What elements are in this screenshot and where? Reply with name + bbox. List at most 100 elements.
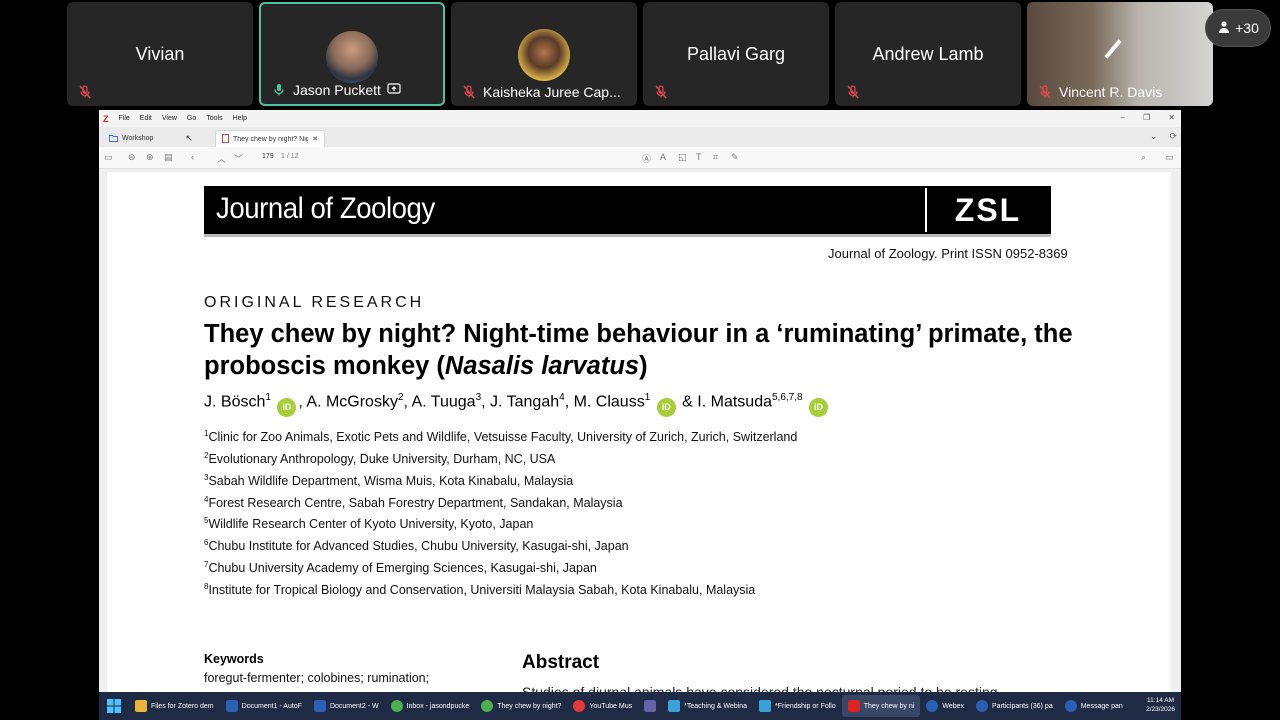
orcid-icon[interactable]: iD — [809, 397, 829, 417]
affiliation-text: Chubu University Academy of Emerging Sci… — [208, 561, 597, 576]
menu-help[interactable]: Help — [233, 115, 247, 122]
page-down-icon[interactable]: ﹀ — [234, 152, 243, 165]
menu-file[interactable]: File — [119, 115, 130, 122]
taskbar-item[interactable]: YouTube Mus — [567, 695, 638, 717]
underline-text-icon[interactable]: A — [660, 152, 666, 162]
chevron-down-icon[interactable]: ⌄ — [1150, 131, 1158, 142]
participant-caption — [77, 84, 247, 100]
affiliation: 8Institute for Tropical Biology and Cons… — [204, 578, 797, 600]
webex-icon — [976, 700, 989, 712]
author-separator: & — [677, 393, 698, 411]
participant-tile-pallavi[interactable]: Pallavi Garg — [643, 2, 829, 106]
affiliation: 5Wildlife Research Center of Kyoto Unive… — [204, 512, 797, 534]
tab-document[interactable]: They chew by night? Night ✕ — [215, 130, 325, 147]
search-icon[interactable]: ⌕ — [1141, 152, 1146, 163]
participant-tile-vivian[interactable]: Vivian — [67, 2, 253, 106]
author-separator: , — [481, 393, 491, 411]
mic-muted-icon — [653, 84, 669, 100]
word-icon — [225, 700, 238, 712]
author-affil-ref: 5,6,7,8 — [771, 392, 803, 403]
more-participants-button[interactable]: +30 — [1205, 9, 1271, 47]
system-clock[interactable]: 11:14 AM 2/23/2026 — [1146, 696, 1175, 714]
taskbar-item-label: Document2 - W — [329, 702, 379, 710]
author-name[interactable]: J. Bösch — [204, 393, 265, 410]
teams-icon — [644, 700, 657, 712]
zoom-out-icon[interactable]: ⊖ — [128, 152, 136, 163]
taskbar-item-label: Webex — [942, 702, 965, 710]
author-name[interactable]: A. Tuuga — [412, 393, 476, 410]
menu-go[interactable]: Go — [187, 115, 196, 122]
restore-icon[interactable]: ❐ — [1143, 113, 1150, 122]
taskbar-item[interactable]: *Teaching & Webina — [662, 695, 753, 717]
author-separator: , — [403, 393, 412, 411]
taskbar-item-label: Files for Zotero dem — [151, 702, 214, 710]
participant-tile-jason[interactable]: Jason Puckett — [259, 2, 445, 106]
orcid-icon[interactable]: iD — [656, 397, 676, 417]
zoom-fit-icon[interactable]: ▤ — [164, 152, 173, 163]
author-name[interactable]: A. McGrosky — [306, 393, 398, 410]
highlight-text-icon[interactable]: Ⓐ — [642, 152, 651, 165]
mic-active-icon — [271, 82, 287, 98]
page-up-icon[interactable]: ︿ — [217, 152, 226, 165]
taskbar-item[interactable]: Webex — [920, 695, 970, 717]
close-icon[interactable]: ✕ — [1168, 113, 1175, 122]
participant-caption: Jason Puckett — [271, 82, 437, 98]
draw-icon[interactable]: ✎ — [731, 152, 739, 163]
taskbar-item[interactable]: They chew by night? — [475, 695, 567, 717]
window-controls: – ❐ ✕ — [1121, 113, 1175, 122]
taskbar-item-active[interactable]: They chew by ni — [841, 695, 921, 717]
affiliation: 2Evolutionary Anthropology, Duke Univers… — [204, 447, 797, 469]
participant-tile-andrew[interactable]: Andrew Lamb — [835, 2, 1021, 106]
zoom-in-icon[interactable]: ⊕ — [146, 152, 154, 163]
orcid-icon[interactable]: iD — [277, 397, 297, 417]
abstract-text: Studies of diurnal animals have consider… — [522, 684, 998, 692]
affiliation-text: Chubu Institute for Advanced Studies, Ch… — [208, 539, 629, 554]
taskbar-item-label: *Teaching & Webina — [684, 702, 748, 710]
clock-date: 2/23/2026 — [1146, 706, 1175, 713]
tabbar-controls: ⌄ ⟳ — [1150, 131, 1177, 142]
publisher-logo: ZSL — [925, 188, 1049, 232]
document-icon — [759, 700, 772, 712]
taskbar-item[interactable]: Document2 - W — [308, 695, 385, 717]
tab-library[interactable]: Workshop ↖ — [103, 130, 215, 147]
taskbar-item[interactable] — [638, 695, 662, 717]
author-name[interactable]: J. Tangah — [490, 393, 559, 410]
text-tool-icon[interactable]: T — [696, 152, 702, 162]
minimize-icon[interactable]: – — [1121, 113, 1125, 122]
sync-icon[interactable]: ⟳ — [1169, 131, 1177, 142]
menu-edit[interactable]: Edit — [140, 115, 152, 122]
menu-view[interactable]: View — [162, 115, 177, 122]
area-select-icon[interactable]: ⌗ — [713, 152, 718, 163]
taskbar-item[interactable]: Inbox - jasondpucke — [385, 695, 476, 717]
sidebar-toggle-icon[interactable]: ▭ — [104, 152, 113, 163]
article-section: ORIGINAL RESEARCH — [204, 294, 425, 311]
reader-toolbar: ▭ ⊖ ⊕ ▤ ‹ ︿ ﹀ 179 1 / 12 Ⓐ A ◱ T ⌗ ✎ ⌕ ▭ — [99, 147, 1181, 169]
author-name[interactable]: M. Clauss — [574, 393, 645, 410]
back-icon[interactable]: ‹ — [191, 152, 194, 162]
participant-caption: Kaisheka Juree Cap... — [461, 84, 631, 100]
participant-tile-kaisheka[interactable]: Kaisheka Juree Cap... — [451, 2, 637, 106]
document-view[interactable]: Journal of Zoology ZSL Journal of Zoolog… — [99, 169, 1181, 692]
journal-issn: Journal of Zoology. Print ISSN 0952-8369 — [828, 246, 1068, 261]
author-name[interactable]: I. Matsuda — [697, 393, 772, 410]
context-pane-icon[interactable]: ▭ — [1165, 152, 1174, 163]
affiliation-text: Sabah Wildlife Department, Wisma Muis, K… — [208, 473, 574, 488]
tab-close-icon[interactable]: ✕ — [312, 135, 318, 143]
menu-tools[interactable]: Tools — [206, 115, 222, 122]
taskbar-item[interactable]: Participants (36) pa — [970, 695, 1059, 717]
journal-banner: Journal of Zoology ZSL — [204, 186, 1051, 234]
word-icon — [313, 700, 326, 712]
page-number-input[interactable]: 179 — [262, 153, 274, 160]
taskbar-item[interactable]: *Friendship or Follo — [753, 695, 842, 717]
windows-start-icon[interactable] — [99, 699, 129, 713]
taskbar-item[interactable]: Document1 - AutoF — [220, 695, 308, 717]
participant-tile-vincent[interactable]: Vincent R. Davis — [1027, 2, 1213, 106]
tab-bar: Workshop ↖ They chew by night? Night ✕ ⌄… — [99, 127, 1181, 147]
taskbar-item[interactable]: Files for Zotero dem — [129, 695, 220, 717]
chrome-icon — [390, 700, 403, 712]
journal-name: Journal of Zoology — [216, 192, 435, 225]
folder-icon — [135, 700, 147, 712]
author-affil-ref: 1 — [265, 392, 271, 403]
note-icon[interactable]: ◱ — [678, 152, 687, 163]
taskbar-item[interactable]: Message pan — [1059, 695, 1129, 717]
